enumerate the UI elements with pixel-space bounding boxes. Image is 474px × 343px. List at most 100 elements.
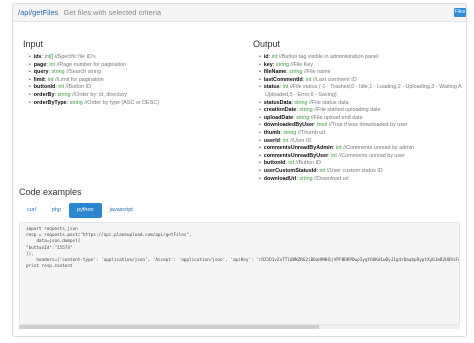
field-description: //File upload end date (310, 114, 363, 121)
field-type: int (47, 76, 54, 83)
field-row: downloadUrl: string //Download url (259, 176, 462, 184)
field-description: //Button ID (295, 160, 321, 167)
field-name: id (263, 54, 269, 60)
field-description: //Order by type (ASC or DESC) (84, 99, 159, 106)
field-row: query: string //Search string (29, 69, 159, 77)
field-type: bool (317, 122, 328, 129)
panel-header[interactable]: /api/getFiles Get files with selected cr… (13, 4, 466, 22)
field-type: string (299, 107, 313, 114)
field-description: //Button tag visible in administration p… (278, 54, 379, 60)
input-parameter-list: ids: int[] //Specific file ID'spage: int… (29, 54, 159, 107)
field-type: int (271, 54, 278, 60)
field-name: key (263, 61, 273, 68)
field-description: //Thumb url (297, 129, 326, 136)
field-row: orderBy: string //Order by: id, director… (29, 92, 159, 100)
field-row: buttonId: int //Button ID (259, 160, 462, 168)
field-name: status (263, 84, 280, 91)
field-type: int (288, 160, 295, 167)
field-row: id: int //Button tag visible in administ… (259, 54, 462, 62)
field-row: status: int //File status (-1 - Trashed,… (259, 84, 462, 92)
field-row: commentsUnreadByUser: int //Comments unr… (259, 153, 462, 161)
field-type: string (294, 99, 308, 106)
field-row: orderByType: string //Order by type (ASC… (29, 100, 159, 108)
field-name: downloadUrl (263, 175, 297, 182)
field-name: query (33, 69, 49, 76)
field-description: //User custom status ID (326, 167, 383, 174)
tab-curl[interactable]: curl (19, 203, 44, 218)
field-name: lastCommentId (263, 76, 303, 83)
field-name: buttonId (263, 160, 286, 167)
field-type: int (305, 76, 312, 83)
scrollbar-thumb[interactable] (19, 325, 319, 329)
field-name: fileName (263, 69, 287, 76)
field-description: //True if was downloaded by user (328, 122, 408, 129)
field-description: //File status (-1 - Trashed,0 - Idle,1 -… (289, 84, 462, 91)
field-name: orderByType (33, 99, 67, 106)
field-row: creationDate: string //File started uplo… (259, 107, 462, 115)
code-examples-title: Code examples (19, 187, 82, 197)
field-description: //Comments unread by user (338, 152, 405, 159)
field-row: fileName: string //File name (259, 69, 462, 77)
field-row: key: string //File Key (259, 62, 462, 70)
field-description: //File started uploading date (314, 107, 381, 114)
field-row: thumb: string //Thumb url (259, 130, 462, 138)
field-row: buttonId: int //Button ID (29, 84, 159, 92)
field-name: uploadDate (263, 114, 294, 121)
field-type: int (49, 61, 56, 68)
field-type: int (58, 84, 65, 91)
code-horizontal-scrollbar[interactable] (19, 325, 460, 329)
endpoint-heading: /api/getFiles Get files with selected cr… (18, 8, 161, 17)
tab-javascript[interactable]: javascript (102, 203, 141, 218)
field-name: userCustomStatusId (263, 167, 317, 174)
field-type: string (299, 175, 313, 182)
api-endpoint-panel: /api/getFiles Get files with selected cr… (12, 3, 467, 337)
field-description: //File name (303, 69, 331, 76)
endpoint-description: Get files with selected criteria (63, 8, 162, 17)
field-name: buttonId (33, 84, 56, 91)
field-type: string (57, 91, 71, 98)
field-name: commentsUnreadByAdmin (263, 145, 333, 152)
field-type: int (282, 137, 289, 144)
field-type: int (331, 152, 337, 159)
field-row: page: int //Page number for pagination (29, 62, 159, 70)
field-row: userId: int //User ID (259, 138, 462, 146)
field-type: string (69, 99, 83, 106)
tab-php[interactable]: php (44, 203, 69, 218)
field-row: statusData: string //File status data (259, 100, 462, 108)
field-name: statusData (263, 99, 292, 106)
code-block[interactable]: import requests,json resp = requests.pos… (19, 222, 460, 325)
field-name: limit (33, 76, 45, 83)
field-name: creationDate (263, 107, 297, 114)
tab-python[interactable]: python (69, 203, 102, 218)
field-description: //Specific file ID's (54, 54, 96, 60)
field-name: orderBy (33, 91, 55, 98)
field-description: //Page number for pagination (56, 61, 127, 68)
field-description: //Button ID (65, 84, 91, 91)
field-row: downloadedByUser: bool //True if was dow… (259, 122, 462, 130)
field-name: thumb (263, 129, 281, 136)
endpoint-path: /api/getFiles (18, 8, 59, 17)
field-name: downloadedByUser (263, 122, 315, 129)
field-type: string (283, 129, 297, 136)
field-type: string (296, 114, 310, 121)
field-row: uploadDate: string //File upload end dat… (259, 115, 462, 123)
files-tag-button[interactable]: Files (454, 8, 466, 17)
input-title: Input (23, 39, 44, 49)
field-type: int[] (44, 54, 54, 60)
field-type: int (319, 167, 326, 174)
field-type: string (51, 69, 65, 76)
field-type: string (275, 61, 289, 68)
field-row: lastCommentId: int //Last comment ID (259, 77, 462, 85)
field-description: Uploaded,5 - Error,6 - Saving) (265, 91, 337, 98)
field-description: //Last comment ID (312, 76, 357, 83)
field-row: ids: int[] //Specific file ID's (29, 54, 159, 62)
field-row: userCustomStatusId: int //User custom st… (259, 168, 462, 176)
field-description: //Order by: id, directory (72, 91, 127, 98)
field-row: limit: int //Limit for pagination (29, 77, 159, 85)
field-description: //Comments unread by admin (343, 145, 414, 152)
field-name: page (33, 61, 47, 68)
field-description: //Download url (314, 175, 349, 182)
field-type: int (335, 145, 342, 152)
field-name: userId (263, 137, 280, 144)
field-name: ids (33, 54, 42, 60)
